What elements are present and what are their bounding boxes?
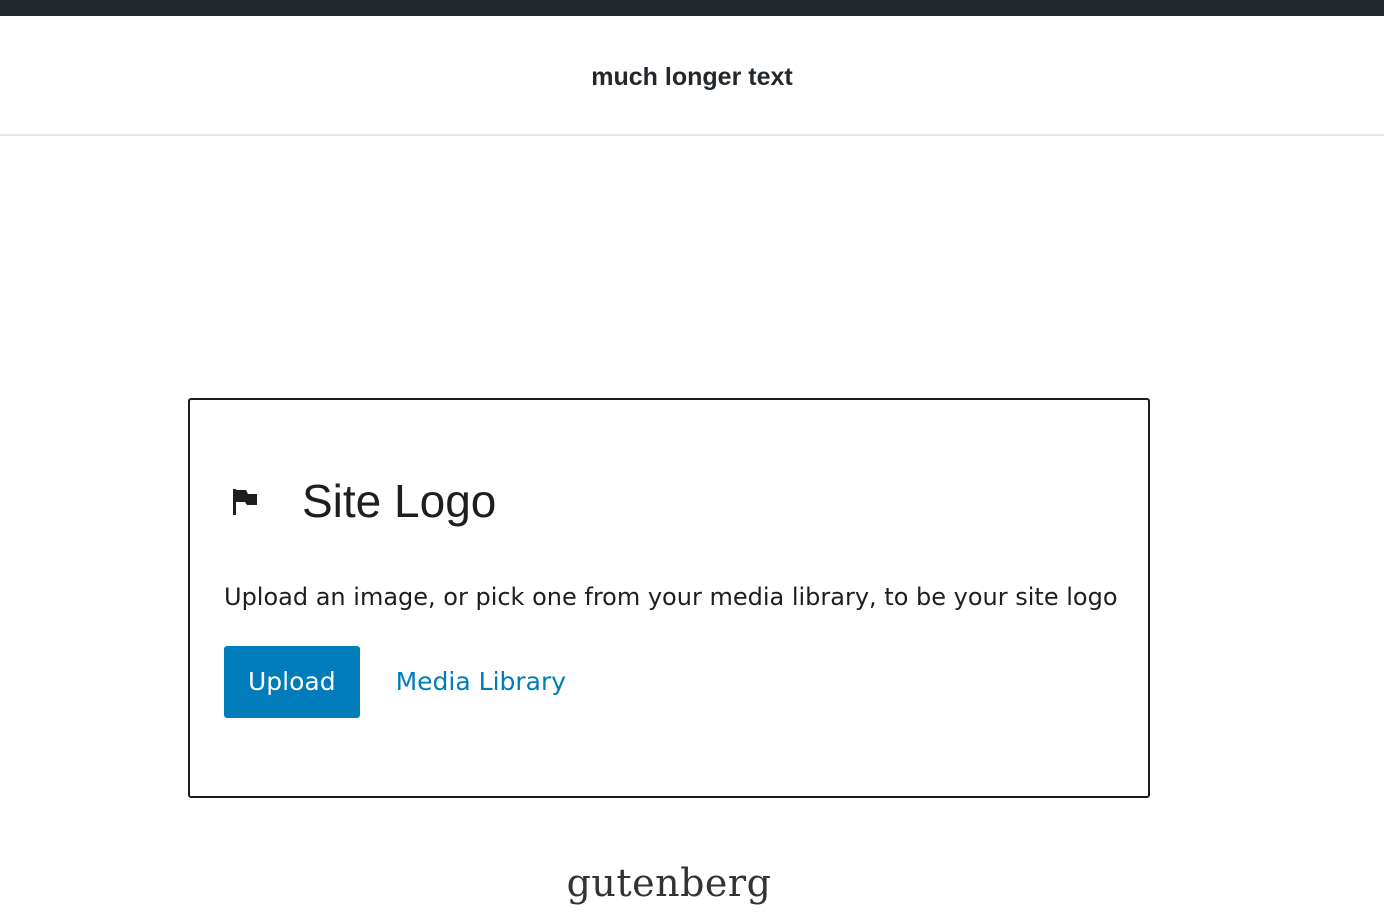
placeholder-instructions: Upload an image, or pick one from your m…	[224, 583, 1118, 611]
placeholder-actions: Upload Media Library	[224, 646, 566, 718]
document-title[interactable]: much longer text	[0, 60, 1384, 94]
media-library-button[interactable]: Media Library	[396, 646, 566, 718]
upload-button[interactable]: Upload	[224, 646, 360, 718]
site-title[interactable]: gutenberg	[0, 858, 1338, 908]
site-logo-placeholder[interactable]: Site Logo Upload an image, or pick one f…	[188, 398, 1150, 798]
placeholder-label: Site Logo	[224, 472, 496, 530]
admin-top-bar	[0, 0, 1384, 16]
flag-icon	[224, 481, 264, 521]
placeholder-title: Site Logo	[302, 475, 497, 527]
editor-header: much longer text	[0, 16, 1384, 136]
